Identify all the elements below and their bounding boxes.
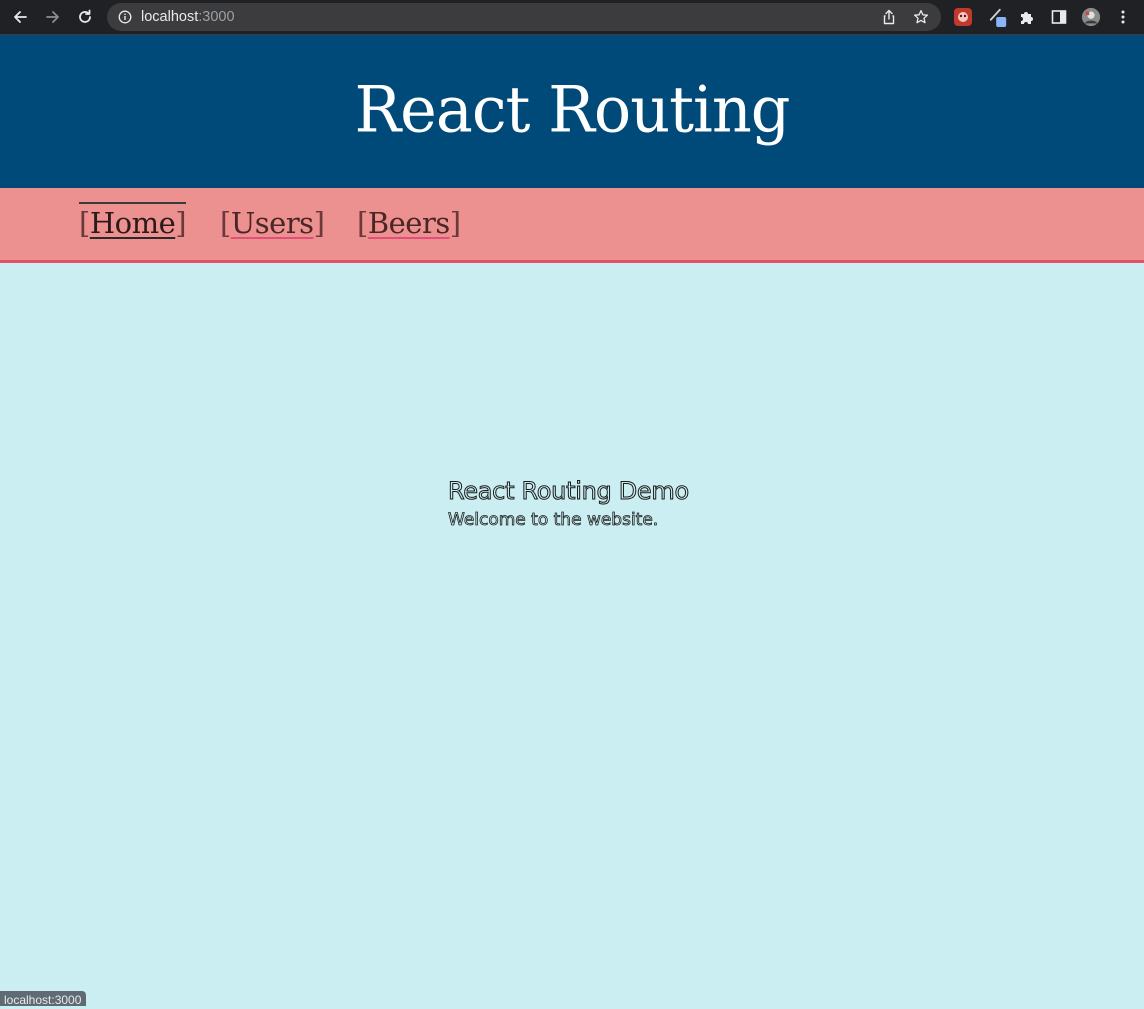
kebab-menu-icon[interactable] [1113, 7, 1133, 27]
nav-label-users: Users [230, 206, 314, 240]
nav-bracket-open: [ [357, 206, 368, 240]
forward-arrow-icon[interactable] [42, 6, 64, 28]
puzzle-icon[interactable] [1017, 7, 1037, 27]
nav-bracket-close: ] [313, 206, 325, 240]
nav-bracket-close: ] [449, 206, 461, 240]
welcome-text: Welcome to the website. [448, 510, 659, 531]
url-text: localhost:3000 [141, 3, 235, 31]
link-status-bubble: localhost:3000 [0, 991, 87, 1007]
avatar[interactable] [1081, 7, 1101, 27]
reload-icon[interactable] [74, 6, 96, 28]
red-extension-icon[interactable] [953, 7, 973, 27]
page-title: React Routing [354, 72, 791, 147]
star-icon[interactable] [913, 9, 929, 25]
nav-link-beers[interactable]: [Beers] [357, 202, 461, 240]
nav-bracket-close: ] [175, 206, 187, 240]
address-bar[interactable]: localhost:3000 [107, 3, 941, 31]
browser-toolbar: localhost:3000 [0, 0, 1144, 35]
site-header: React Routing [0, 35, 1144, 188]
info-icon[interactable] [118, 10, 132, 24]
main-nav: [Home] [Users] [Beers] [0, 188, 1144, 263]
back-arrow-icon[interactable] [9, 6, 31, 28]
share-icon[interactable] [881, 9, 897, 25]
nav-bracket-open: [ [79, 206, 90, 240]
nav-bracket-open: [ [220, 206, 231, 240]
nav-label-beers: Beers [367, 206, 450, 240]
content-heading: React Routing Demo [448, 477, 690, 506]
nav-label-home: Home [89, 206, 176, 240]
url-host: localhost [141, 9, 199, 25]
pen-extension-icon[interactable] [988, 7, 1008, 27]
nav-link-users[interactable]: [Users] [220, 202, 325, 240]
url-port: :3000 [198, 9, 235, 25]
main-content: React Routing Demo Welcome to the websit… [448, 474, 690, 532]
side-panel-icon[interactable] [1049, 7, 1069, 27]
nav-link-home[interactable]: [Home] [79, 202, 187, 240]
